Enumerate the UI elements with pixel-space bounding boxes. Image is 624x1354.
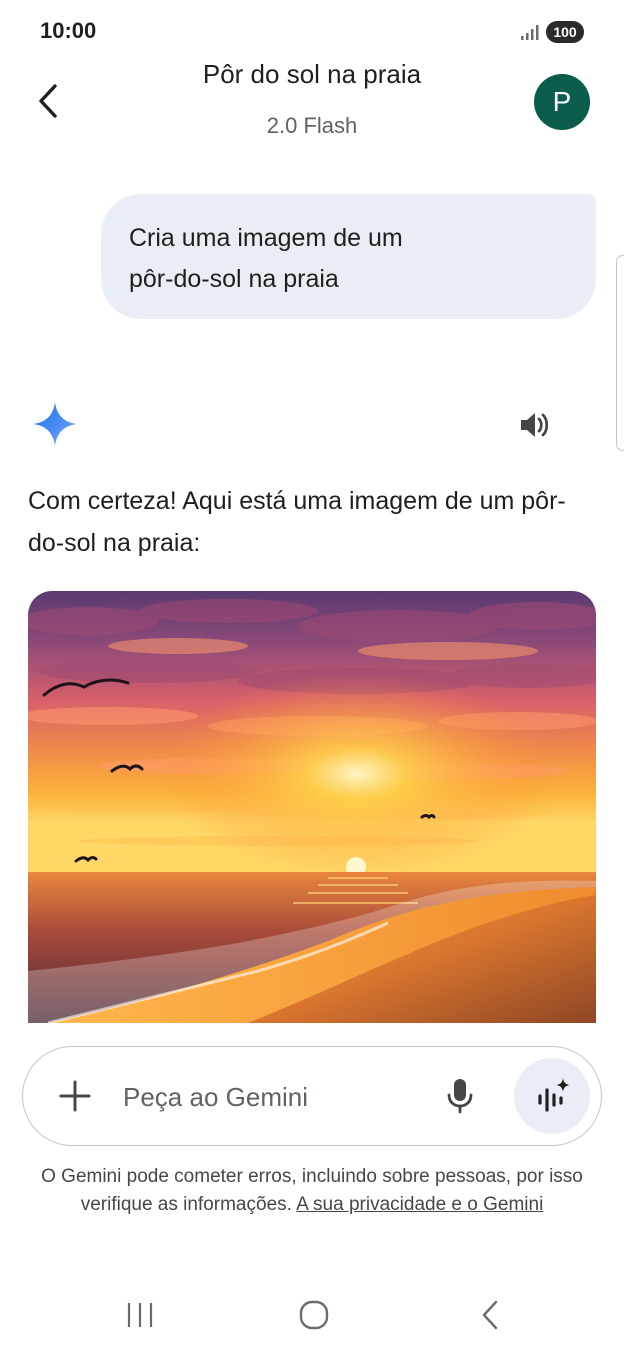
gemini-sparkle-icon: [33, 402, 77, 446]
model-name: 2.0 Flash: [266, 113, 358, 138]
microphone-icon: [447, 1079, 473, 1114]
read-aloud-button[interactable]: [512, 403, 556, 447]
chevron-left-icon: [39, 84, 57, 118]
voice-input-button[interactable]: [437, 1073, 483, 1119]
privacy-link[interactable]: A sua privacidade e o Gemini: [296, 1194, 543, 1215]
add-attachment-button[interactable]: [53, 1074, 97, 1118]
gemini-live-icon: [538, 1078, 570, 1112]
recents-icon: [127, 1303, 153, 1327]
status-bar: 10:00 100: [0, 0, 624, 60]
nav-back-button[interactable]: [462, 1290, 518, 1340]
signal-bars-icon: [521, 25, 539, 40]
scroll-handle[interactable]: [616, 255, 624, 451]
plus-icon: [59, 1080, 91, 1112]
nav-home-button[interactable]: [286, 1290, 342, 1340]
gemini-live-button[interactable]: [514, 1058, 590, 1134]
user-avatar[interactable]: P: [534, 74, 590, 130]
back-button[interactable]: [26, 78, 72, 124]
battery-indicator: 100: [546, 21, 584, 43]
nav-recents-button[interactable]: [112, 1290, 168, 1340]
assistant-message: Com certeza! Aqui está uma imagem de um …: [28, 487, 566, 557]
back-icon: [482, 1300, 498, 1330]
speaker-icon: [521, 413, 549, 437]
user-message: Cria uma imagem de um pôr-do-sol na prai…: [101, 194, 596, 319]
disclaimer: O Gemini pode cometer erros, incluindo s…: [40, 1163, 584, 1219]
home-icon: [299, 1300, 329, 1330]
status-time: 10:00: [40, 18, 97, 43]
conversation-title: Pôr do sol na praia: [202, 59, 422, 89]
prompt-input[interactable]: [123, 1077, 423, 1117]
prompt-bar: [22, 1046, 602, 1146]
sunset-beach-image[interactable]: [28, 591, 596, 1023]
